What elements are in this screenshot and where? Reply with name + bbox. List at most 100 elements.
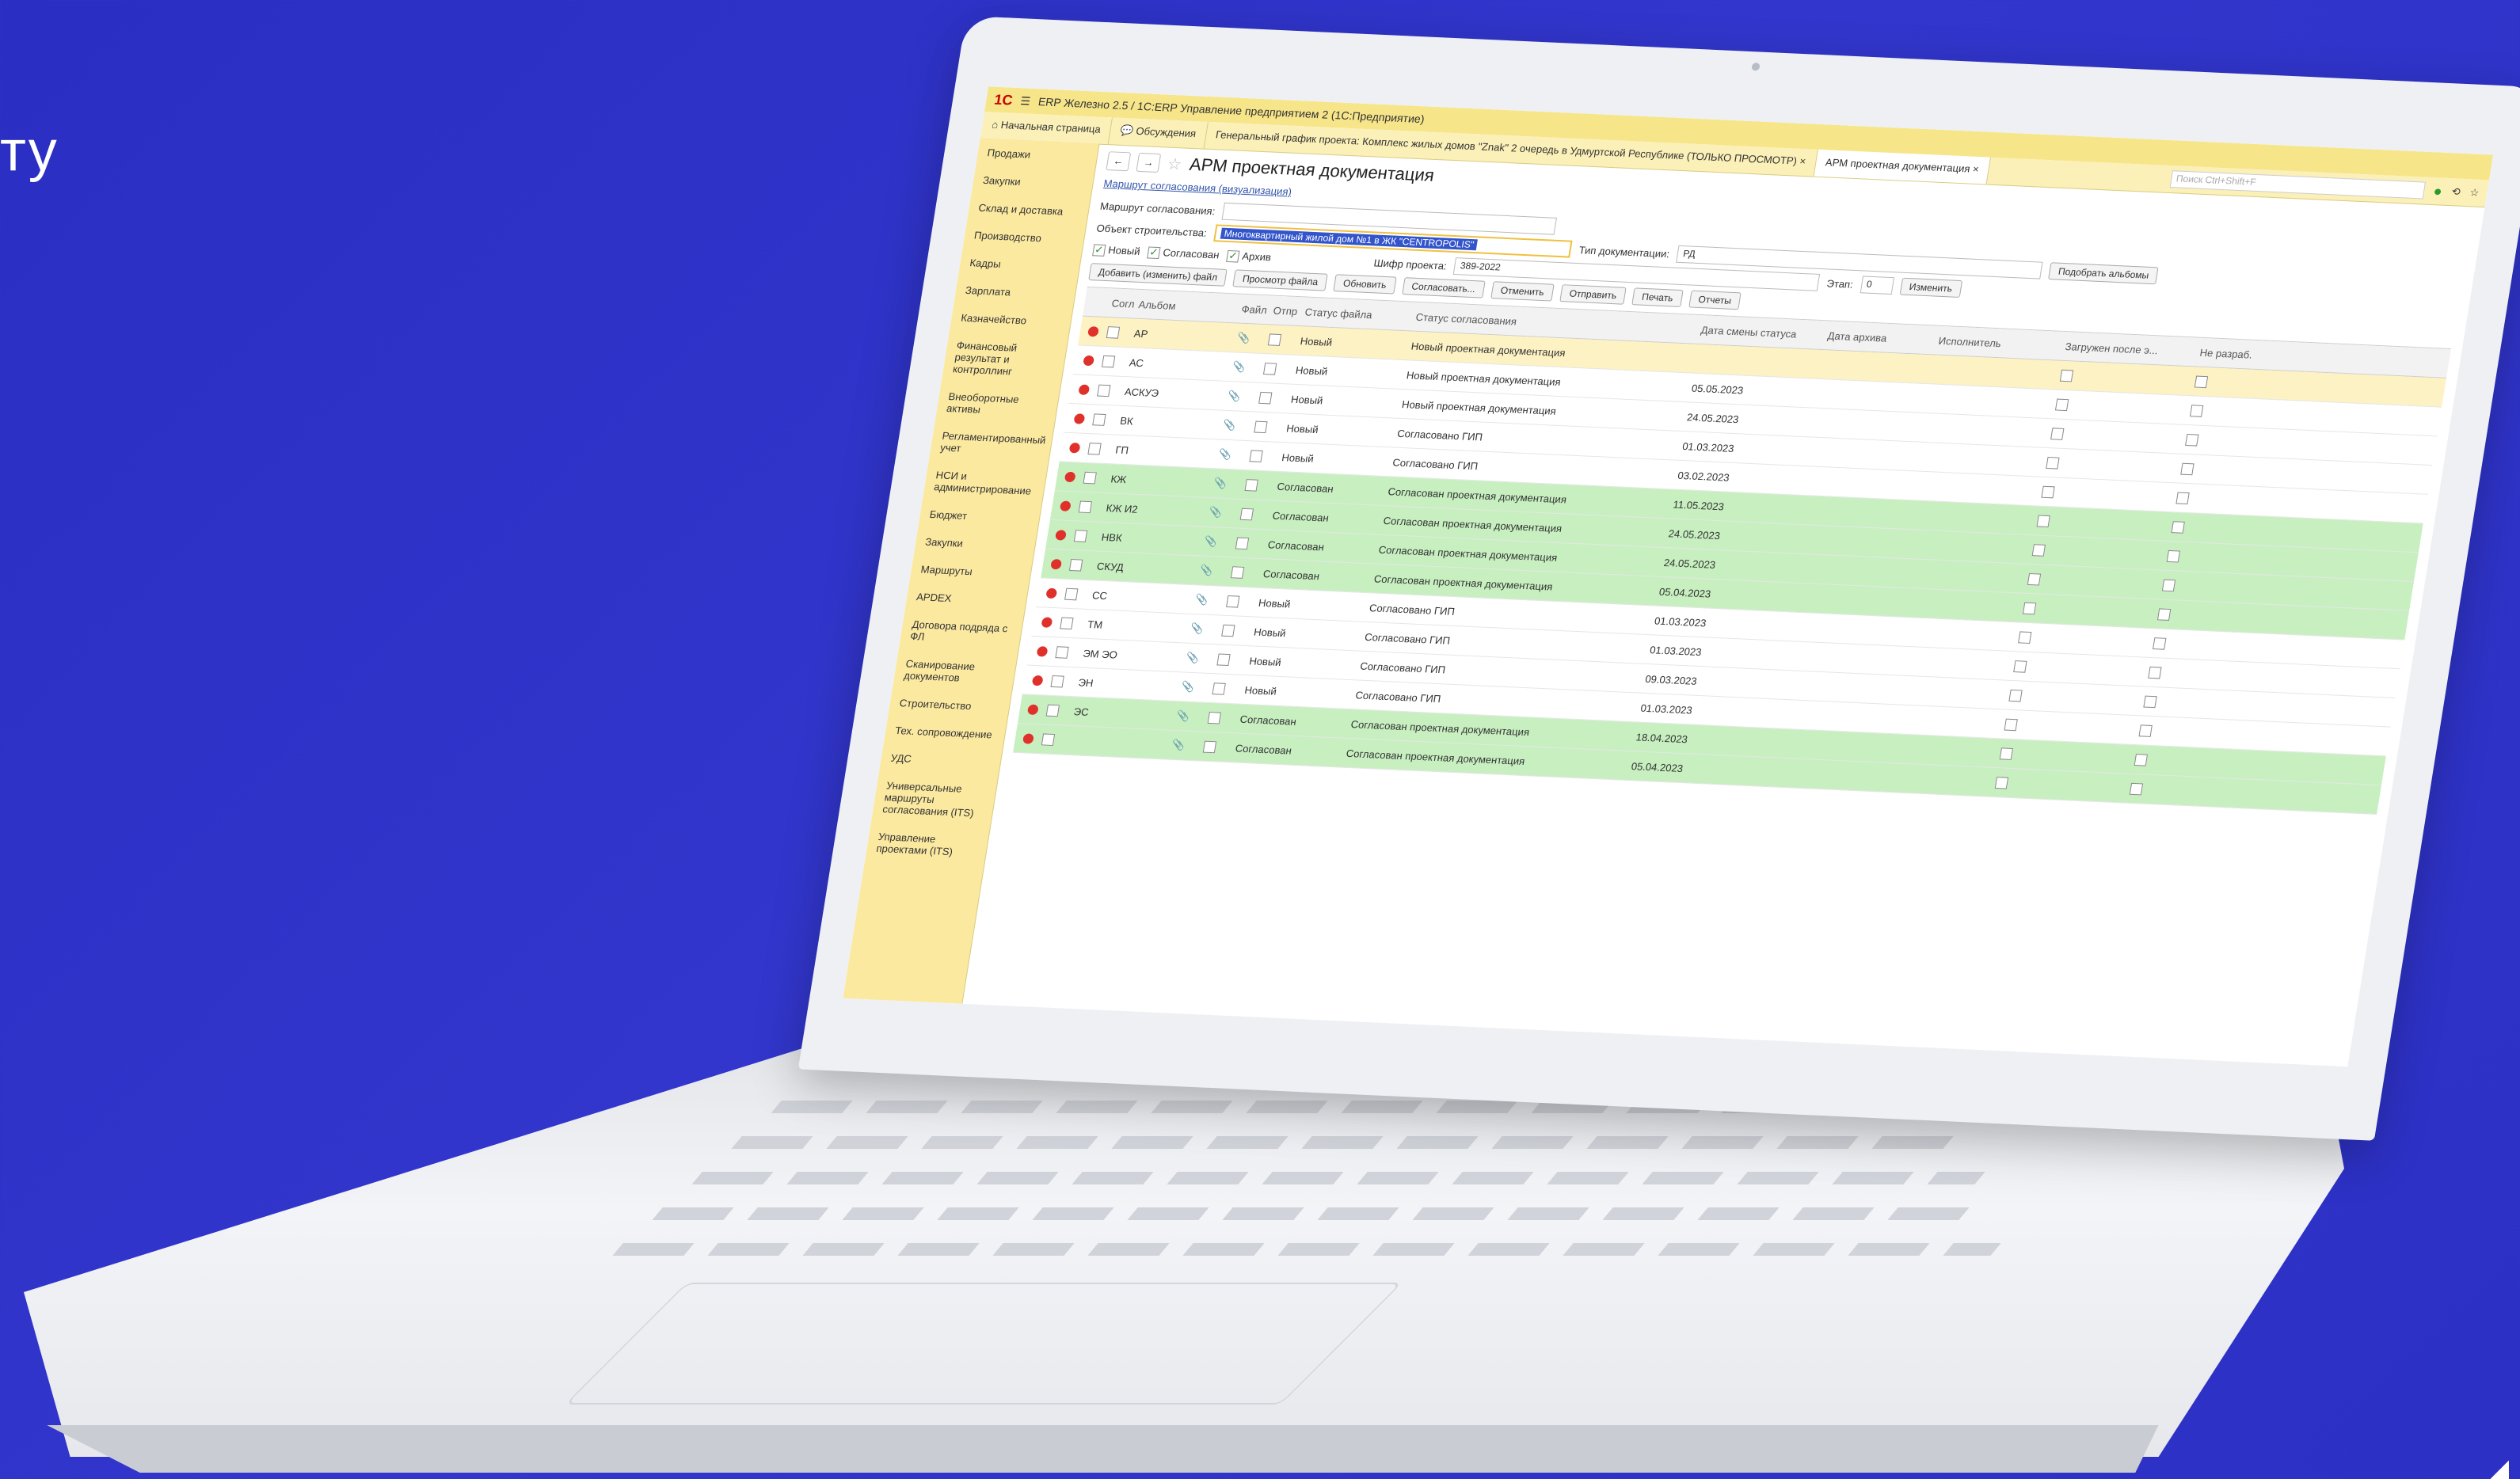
tab-discussions[interactable]: 💬 Обсуждения [1108, 117, 1209, 149]
col-header[interactable]: Альбом [1138, 298, 1243, 314]
uploaded-after-checkbox[interactable] [2036, 514, 2173, 533]
col-header[interactable]: Согл [1111, 297, 1140, 310]
col-header[interactable]: Загружен после э... [2065, 340, 2201, 359]
uploaded-after-checkbox[interactable] [2018, 630, 2155, 649]
pick-albums-button[interactable]: Подобрать альбомы [2048, 262, 2160, 285]
not-developed-checkbox[interactable] [2129, 782, 2211, 798]
not-developed-checkbox[interactable] [2185, 433, 2267, 449]
uploaded-after-checkbox[interactable] [2054, 398, 2192, 417]
sent-checkbox[interactable] [1202, 740, 1237, 755]
paperclip-icon[interactable]: 📎 [1199, 564, 1233, 578]
sent-checkbox[interactable] [1212, 682, 1246, 696]
not-developed-checkbox[interactable] [2194, 375, 2276, 391]
uploaded-after-checkbox[interactable] [1994, 776, 2132, 795]
not-developed-checkbox[interactable] [2189, 404, 2271, 420]
col-header[interactable]: Дата смены статуса [1700, 324, 1829, 341]
approve-checkbox[interactable] [1097, 384, 1126, 397]
sent-checkbox[interactable] [1249, 449, 1283, 463]
approve-checkbox[interactable] [1087, 442, 1117, 455]
paperclip-icon[interactable]: 📎 [1217, 448, 1251, 462]
col-header[interactable] [1085, 302, 1112, 303]
not-developed-checkbox[interactable] [2134, 753, 2216, 769]
col-header[interactable]: Статус согласования [1415, 310, 1702, 335]
sent-checkbox[interactable] [1267, 333, 1302, 347]
notification-icon[interactable]: ● [2432, 183, 2443, 200]
sidebar-item[interactable]: Финансовый результат и контроллинг [942, 331, 1068, 387]
favorite-icon[interactable]: ☆ [1166, 154, 1183, 174]
approve-checkbox[interactable] [1092, 413, 1121, 426]
approve-checkbox[interactable] [1101, 355, 1131, 368]
not-developed-checkbox[interactable] [2138, 724, 2220, 740]
sidebar-item[interactable]: НСИ и администрирование [923, 461, 1048, 505]
uploaded-after-checkbox[interactable] [2027, 572, 2164, 591]
uploaded-after-checkbox[interactable] [2050, 427, 2187, 446]
view-file-button[interactable]: Просмотр файла [1232, 269, 1328, 291]
approve-button[interactable]: Согласовать... [1401, 277, 1486, 298]
sidebar-item[interactable]: Сканирование документов [893, 649, 1018, 694]
not-developed-checkbox[interactable] [2166, 549, 2248, 565]
sent-checkbox[interactable] [1239, 508, 1274, 522]
sidebar-item[interactable]: Регламентированный учет [929, 421, 1054, 466]
uploaded-after-checkbox[interactable] [2041, 485, 2178, 504]
not-developed-checkbox[interactable] [2148, 666, 2229, 682]
paperclip-icon[interactable]: 📎 [1180, 680, 1214, 694]
approve-checkbox[interactable] [1055, 645, 1084, 659]
sidebar-item[interactable]: Управление проектами (ITS) [865, 823, 990, 867]
uploaded-after-checkbox[interactable] [2022, 602, 2160, 621]
add-file-button[interactable]: Добавить (изменить) файл [1088, 263, 1228, 287]
sidebar-item[interactable]: Внеоборотные активы [935, 382, 1060, 427]
approve-checkbox[interactable] [1078, 500, 1108, 514]
change-button[interactable]: Изменить [1899, 277, 1962, 298]
paperclip-icon[interactable]: 📎 [1231, 360, 1266, 375]
cancel-button[interactable]: Отменить [1490, 281, 1555, 302]
uploaded-after-checkbox[interactable] [2046, 456, 2183, 475]
paperclip-icon[interactable]: 📎 [1209, 506, 1243, 520]
filter-new-checkbox[interactable]: Новый [1092, 243, 1141, 258]
sent-checkbox[interactable] [1254, 420, 1288, 435]
sent-checkbox[interactable] [1262, 362, 1297, 376]
paperclip-icon[interactable]: 📎 [1204, 535, 1238, 549]
paperclip-icon[interactable]: 📎 [1171, 739, 1205, 753]
col-header[interactable]: Исполнитель [1938, 334, 2066, 352]
sidebar-item[interactable]: Договора подряда с ФЛ [899, 610, 1024, 654]
approve-checkbox[interactable] [1083, 471, 1112, 485]
paperclip-icon[interactable]: 📎 [1190, 622, 1224, 637]
uploaded-after-checkbox[interactable] [2059, 369, 2197, 388]
paperclip-icon[interactable]: 📎 [1227, 390, 1261, 404]
reports-button[interactable]: Отчеты [1688, 290, 1742, 310]
not-developed-checkbox[interactable] [2175, 491, 2257, 507]
paperclip-icon[interactable]: 📎 [1194, 593, 1228, 607]
star-icon[interactable]: ☆ [2469, 186, 2480, 199]
paperclip-icon[interactable]: 📎 [1222, 419, 1256, 433]
sidebar-item[interactable]: Универсальные маршруты согласования (ITS… [871, 771, 998, 827]
paperclip-icon[interactable]: 📎 [1176, 709, 1210, 724]
uploaded-after-checkbox[interactable] [2008, 689, 2145, 708]
sent-checkbox[interactable] [1226, 595, 1260, 609]
menu-icon[interactable]: ☰ [1019, 94, 1031, 108]
uploaded-after-checkbox[interactable] [2004, 718, 2141, 737]
sent-checkbox[interactable] [1230, 565, 1265, 580]
send-button[interactable]: Отправить [1559, 284, 1627, 305]
sent-checkbox[interactable] [1235, 537, 1270, 551]
sent-checkbox[interactable] [1258, 391, 1292, 405]
col-header[interactable]: Статус файла [1304, 306, 1417, 322]
approve-checkbox[interactable] [1073, 529, 1103, 542]
uploaded-after-checkbox[interactable] [1999, 747, 2137, 766]
not-developed-checkbox[interactable] [2143, 695, 2225, 711]
not-developed-checkbox[interactable] [2161, 579, 2244, 595]
history-icon[interactable]: ⟲ [2450, 185, 2461, 198]
not-developed-checkbox[interactable] [2156, 607, 2239, 623]
approve-checkbox[interactable] [1068, 558, 1098, 572]
col-header[interactable]: Отпр [1273, 304, 1306, 317]
sent-checkbox[interactable] [1244, 478, 1278, 492]
filter-agreed-checkbox[interactable]: Согласован [1147, 245, 1220, 261]
sent-checkbox[interactable] [1221, 624, 1255, 638]
refresh-button[interactable]: Обновить [1333, 274, 1397, 295]
paperclip-icon[interactable]: 📎 [1185, 652, 1219, 666]
uploaded-after-checkbox[interactable] [2013, 660, 2150, 679]
approve-checkbox[interactable] [1106, 325, 1136, 339]
sent-checkbox[interactable] [1207, 711, 1242, 725]
paperclip-icon[interactable]: 📎 [1236, 332, 1270, 346]
approve-checkbox[interactable] [1060, 616, 1089, 630]
approve-checkbox[interactable] [1041, 732, 1071, 747]
